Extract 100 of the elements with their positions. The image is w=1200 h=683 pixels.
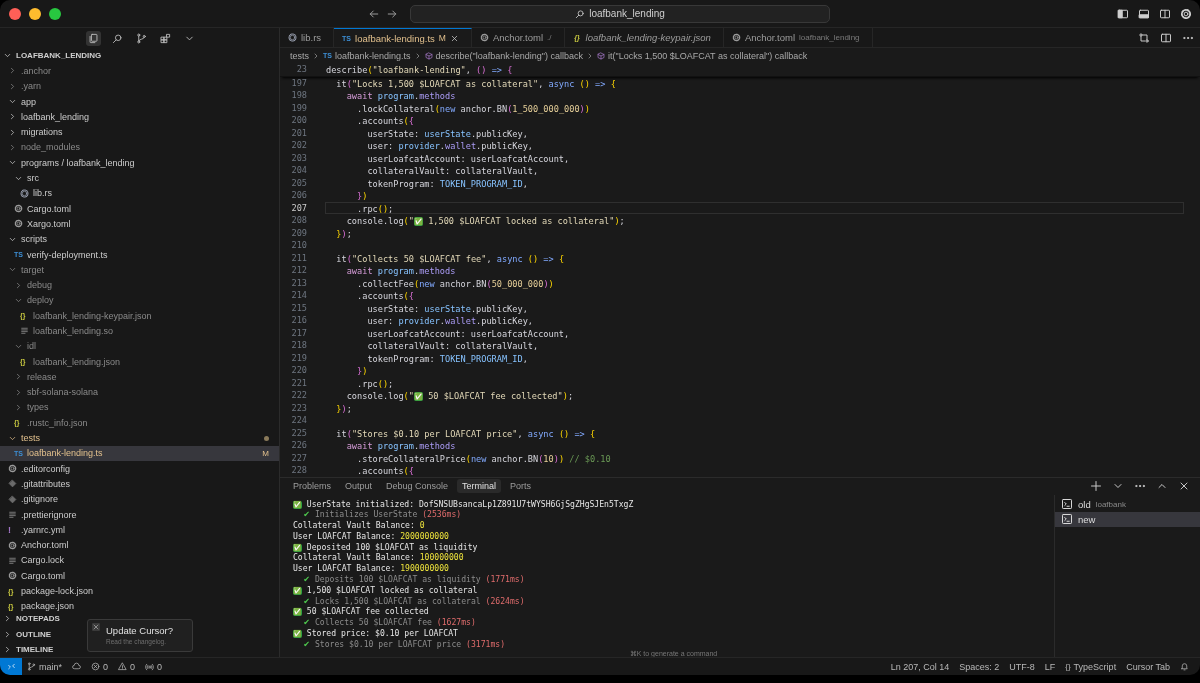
tree-item[interactable]: loafbank_lending [0, 109, 279, 125]
terminal-icon [1061, 498, 1073, 510]
line-number: 210 [290, 239, 308, 252]
tree-item[interactable]: .yarn [0, 78, 279, 94]
section-header[interactable]: OUTLINE [0, 626, 62, 642]
editor-tab[interactable]: Anchor.toml loafbank_lending [723, 28, 873, 47]
tree-item[interactable]: target [0, 262, 279, 278]
line-number: 202 [290, 139, 308, 152]
editor-tab[interactable]: Anchor.toml ./ [471, 28, 565, 47]
sidebar-layout-icon[interactable] [1117, 7, 1129, 20]
line-number: 217 [290, 326, 308, 339]
tree-item[interactable]: idl [0, 338, 279, 354]
tree-item[interactable]: Cargo.toml [0, 568, 279, 584]
tab-description: ./ [547, 33, 552, 42]
lines-icon [20, 326, 29, 336]
plus-icon[interactable] [1090, 480, 1102, 492]
command-search-field[interactable]: loafbank_lending [410, 4, 830, 23]
line-number: 225 [290, 426, 308, 439]
status-item[interactable]: main* [22, 661, 67, 672]
tree-item[interactable]: lib.rs [0, 185, 279, 201]
error-icon [91, 662, 100, 671]
tree-item[interactable]: loafbank_lending.so [0, 323, 279, 339]
code-line: await program.methods [345, 90, 457, 102]
status-item[interactable]: Ln 207, Col 14 [885, 661, 955, 672]
tree-item[interactable]: .gitignore [0, 491, 279, 507]
status-item[interactable]: UTF-8 [1004, 661, 1040, 672]
remote-button[interactable] [0, 658, 22, 675]
panel-tab[interactable]: Output [340, 479, 378, 493]
terminal-line: User LOAFCAT Balance: 2000000000 [293, 530, 450, 542]
tree-item[interactable]: deploy [0, 292, 279, 309]
panel-layout-icon[interactable] [1138, 7, 1150, 20]
status-item[interactable]: 0 [86, 661, 114, 672]
status-item[interactable]: {} TypeScript [1060, 661, 1122, 672]
window-maximize-button[interactable] [49, 7, 61, 20]
tree-item[interactable]: migrations [0, 124, 279, 140]
line-number: 218 [290, 339, 308, 352]
terminal-item[interactable]: old loafbank [1055, 496, 1200, 512]
tree-item[interactable]: .anchor [0, 63, 279, 79]
panel-tab[interactable]: Terminal [457, 479, 502, 493]
terminal-line: ✔ Locks 1,500 $LOAFCAT as collateral (2624ms) [302, 595, 526, 607]
panel-tab[interactable]: Ports [505, 479, 537, 493]
code-line: it("Collects 50 $LOAFCAT fee", async () => { [335, 252, 566, 264]
panel-tab[interactable]: Debug Console [381, 479, 454, 493]
panel-tab[interactable]: Problems [288, 479, 336, 493]
back-arrow-icon[interactable] [368, 7, 380, 20]
code-line: }) [356, 190, 369, 202]
line-number: 221 [290, 376, 308, 389]
code-line: .rpc(); [356, 377, 395, 389]
breadcrumb-item[interactable]: it("Locks 1,500 $LOAFCAT as collateral") callback [597, 50, 808, 61]
tree-item[interactable]: Anchor.toml [0, 537, 279, 553]
gear-icon [479, 33, 489, 42]
remote-icon [6, 662, 16, 671]
explorer-icon[interactable] [86, 30, 101, 46]
split-editor-icon[interactable] [1160, 31, 1172, 44]
tree-item[interactable]: node_modules [0, 139, 279, 156]
git-status-label: M [262, 448, 269, 458]
section-header[interactable]: NOTEPADS [0, 611, 70, 627]
breadcrumb-item[interactable]: tests [290, 50, 309, 61]
tree-item[interactable]: types [0, 399, 279, 416]
close-icon[interactable] [449, 33, 459, 43]
status-item[interactable]: 0 [140, 661, 168, 672]
status-item[interactable]: Spaces: 2 [954, 661, 1005, 672]
tree-item[interactable]: ! .yarnrc.yml [0, 522, 279, 538]
forward-arrow-icon[interactable] [386, 7, 398, 20]
source-control-icon[interactable] [134, 30, 149, 46]
tree-item[interactable]: release [0, 369, 279, 385]
tree-item[interactable]: sbf-solana-solana [0, 384, 279, 400]
tree-item[interactable]: debug [0, 277, 279, 293]
status-item[interactable]: Cursor Tab [1121, 661, 1175, 672]
compare-changes-icon[interactable] [1138, 31, 1150, 44]
tree-item[interactable]: .gitattributes [0, 476, 279, 492]
line-number: 204 [290, 164, 308, 177]
tree-item[interactable]: programs / loafbank_lending [0, 155, 279, 171]
settings-icon[interactable] [1180, 7, 1192, 20]
terminal-item[interactable]: new [1055, 511, 1200, 527]
window-close-button[interactable] [9, 7, 21, 20]
status-item[interactable]: 0 [113, 661, 141, 672]
code-line: }); [335, 227, 353, 239]
tree-item[interactable]: .prettierignore [0, 506, 279, 523]
tree-item[interactable]: app [0, 93, 279, 110]
warning-icon [118, 662, 128, 671]
gear-icon [8, 464, 17, 474]
close-icon[interactable] [1178, 480, 1190, 492]
tree-item[interactable]: scripts [0, 231, 279, 247]
window-minimize-button[interactable] [29, 7, 41, 20]
split-layout-icon[interactable] [1159, 7, 1171, 20]
tree-item[interactable]: Xargo.toml [0, 216, 279, 232]
tree-item[interactable]: Cargo.lock [0, 552, 279, 569]
tree-item[interactable]: Cargo.toml [0, 200, 279, 217]
breadcrumb-item[interactable]: describe("loafbank-lending") callback [424, 50, 584, 61]
section-header[interactable]: TIMELINE [0, 641, 64, 657]
gear-icon [8, 571, 17, 581]
tree-item[interactable]: .editorconfig [0, 461, 279, 477]
tree-item[interactable]: src [0, 170, 279, 186]
code-line: await program.methods [345, 440, 457, 452]
tree-item[interactable]: tests [0, 430, 279, 446]
status-item[interactable]: LF [1039, 661, 1061, 672]
tab-description: loafbank_lending [799, 33, 860, 42]
explorer-header[interactable]: LOAFBANK_LENDING [0, 48, 279, 64]
line-number: 216 [290, 314, 308, 327]
